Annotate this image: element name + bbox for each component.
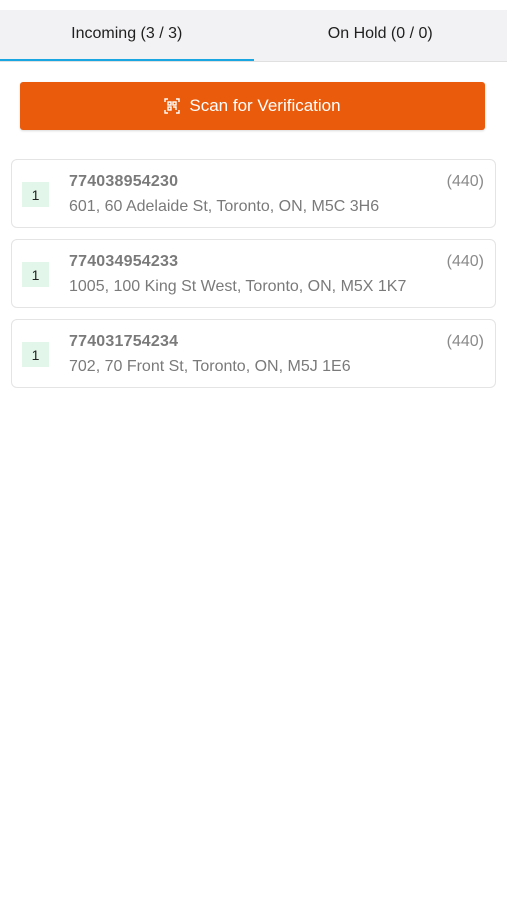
quantity-badge: 1 [22,262,49,287]
quantity-badge: 1 [22,342,49,367]
delivery-address: 601, 60 Adelaide St, Toronto, ON, M5C 3H… [69,198,380,215]
tab-on-hold[interactable]: On Hold (0 / 0) [254,10,507,62]
shipment-card[interactable]: 1 774034954233 (440) 1005, 100 King St W… [11,239,496,308]
shipment-card[interactable]: 1 774031754234 (440) 702, 70 Front St, T… [11,319,496,388]
quantity-badge: 1 [22,182,49,207]
item-count: (440) [446,173,484,190]
tracking-number: 774034954233 [69,253,179,270]
tracking-number: 774031754234 [69,333,179,350]
scan-for-verification-button[interactable]: Scan for Verification [20,82,485,130]
delivery-address: 1005, 100 King St West, Toronto, ON, M5X… [69,278,407,295]
tab-incoming[interactable]: Incoming (3 / 3) [0,10,254,62]
item-count: (440) [446,253,484,270]
shipment-list: 1 774038954230 (440) 601, 60 Adelaide St… [11,159,496,399]
shipment-card[interactable]: 1 774038954230 (440) 601, 60 Adelaide St… [11,159,496,228]
scan-button-label: Scan for Verification [189,96,341,115]
item-count: (440) [446,333,484,350]
tab-divider [0,61,507,62]
tab-bar: Incoming (3 / 3) On Hold (0 / 0) [0,10,507,62]
tracking-number: 774038954230 [69,173,179,190]
qr-scan-icon [164,98,181,114]
delivery-address: 702, 70 Front St, Toronto, ON, M5J 1E6 [69,358,351,375]
